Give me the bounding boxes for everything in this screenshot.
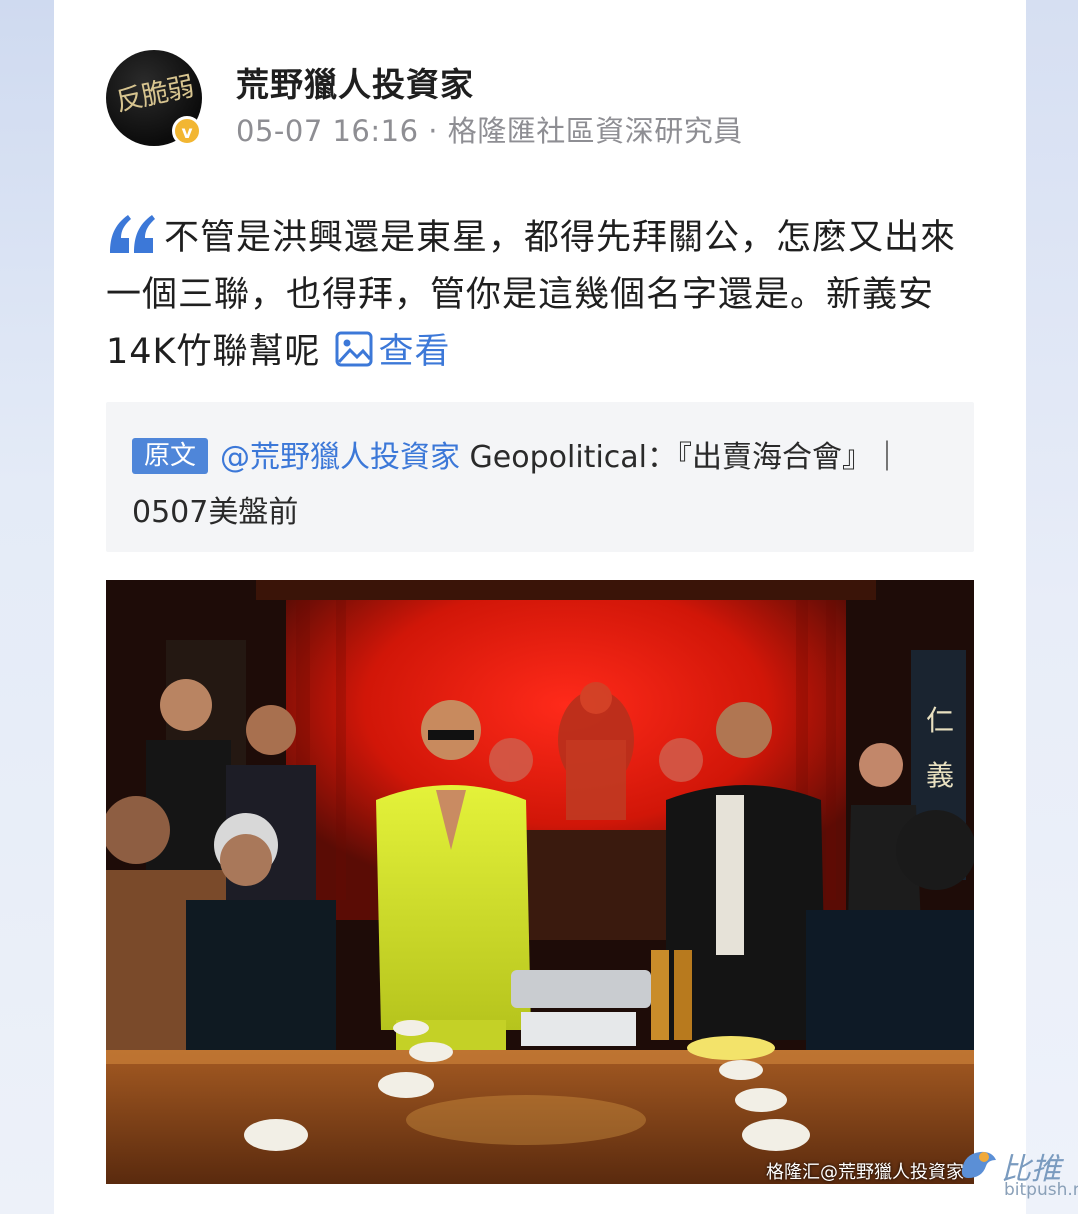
photo-scene: 仁 義: [106, 580, 974, 1184]
bitpush-bird-icon: [961, 1151, 996, 1178]
original-post-text: 原文 @荒野獵人投資家 Geopolitical：『出賣海合會』｜0507美盤前: [132, 430, 952, 540]
bitpush-url: bitpush.news: [1004, 1180, 1078, 1200]
post-meta: 05-07 16:16 · 格隆匯社區資深研究員: [236, 114, 743, 148]
svg-text:義: 義: [926, 759, 954, 792]
original-tag: 原文: [132, 438, 209, 474]
post-content: 不管是洪興還是東星，都得先拜關公，怎麽又出來一個三聯，也得拜，管你是這幾個名字還…: [106, 210, 976, 381]
avatar-text: 反脆弱: [113, 71, 196, 118]
image-icon: [335, 331, 372, 367]
view-image-link[interactable]: 查看: [321, 331, 451, 372]
svg-text:仁: 仁: [926, 704, 954, 737]
background-left: [0, 0, 54, 1214]
original-post-box[interactable]: 原文 @荒野獵人投資家 Geopolitical：『出賣海合會』｜0507美盤前: [106, 402, 974, 552]
post-card: 反脆弱 v 荒野獵人投資家 05-07 16:16 · 格隆匯社區資深研究員 不…: [54, 0, 1078, 1214]
author-name[interactable]: 荒野獵人投資家: [236, 58, 474, 106]
post-photo[interactable]: 仁 義: [106, 580, 974, 1184]
watermark-text: 格隆汇@荒野獵人投資家: [766, 1162, 964, 1183]
original-mention[interactable]: @荒野獵人投資家: [220, 440, 460, 475]
verified-badge-icon: v: [172, 116, 202, 146]
quote-icon: [110, 215, 155, 253]
post-text: 不管是洪興還是東星，都得先拜關公，怎麽又出來一個三聯，也得拜，管你是這幾個名字還…: [106, 218, 957, 372]
background-right: [1026, 0, 1078, 1214]
view-label: 查看: [378, 332, 451, 372]
photo-watermark: 格隆汇@荒野獵人投資家 比推 bitpush.news: [766, 1138, 1078, 1208]
